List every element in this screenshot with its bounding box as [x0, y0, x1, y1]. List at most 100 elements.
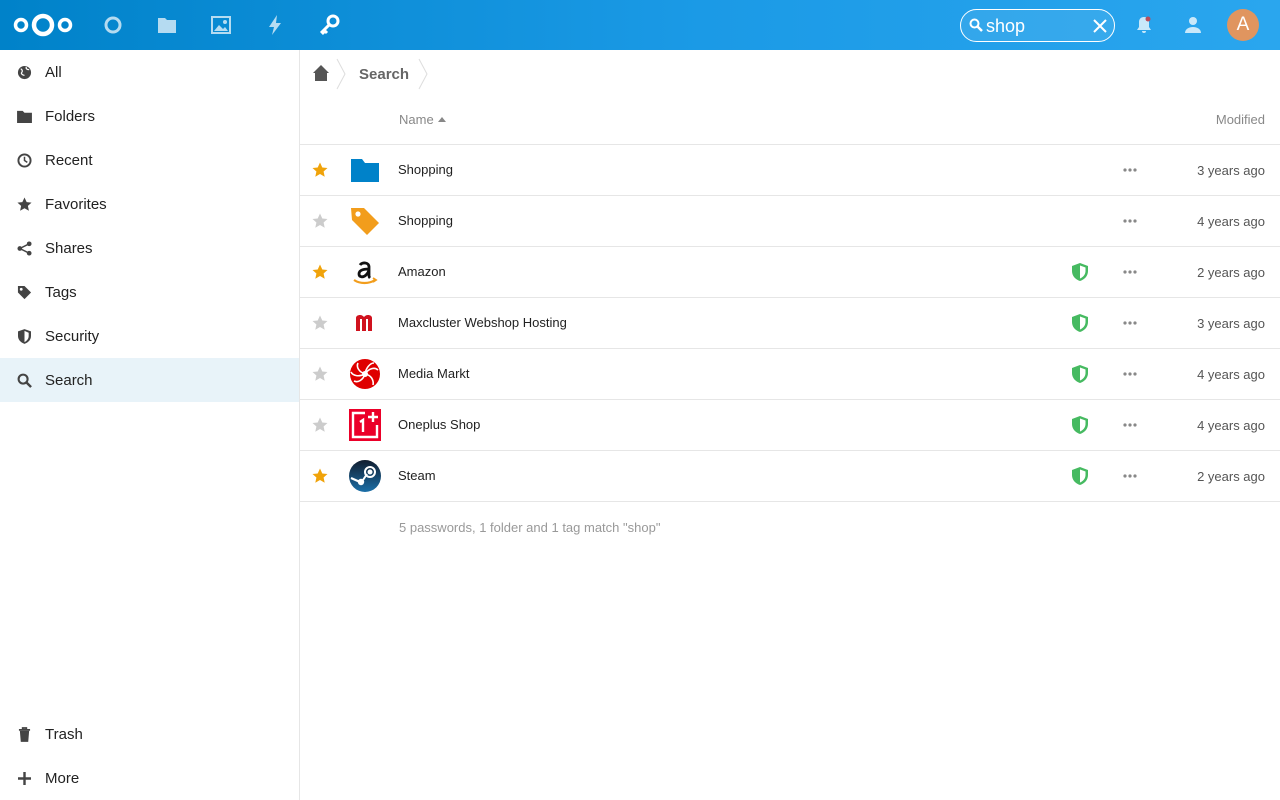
home-icon[interactable] [312, 64, 330, 82]
sidebar-item-label: Favorites [45, 195, 107, 213]
sidebar-item-label: Search [45, 371, 93, 389]
sidebar-item-label: Folders [45, 107, 96, 125]
table-row[interactable]: Maxcluster Webshop Hosting 3 years ago [300, 298, 1280, 349]
share-icon [16, 240, 32, 256]
row-modified: 4 years ago [1197, 418, 1265, 433]
star-icon[interactable] [312, 162, 328, 178]
shield-icon [1072, 314, 1088, 332]
table-row[interactable]: Shopping 4 years ago [300, 196, 1280, 247]
row-modified: 2 years ago [1197, 265, 1265, 280]
search-input[interactable] [986, 15, 1086, 37]
shield-icon [1072, 416, 1088, 434]
sort-ascending-icon [437, 117, 446, 122]
table-row[interactable]: Shopping 3 years ago [300, 145, 1280, 196]
sidebar-item-label: Tags [45, 283, 77, 301]
star-icon[interactable] [312, 264, 328, 280]
chevron-right-icon [336, 58, 346, 90]
column-header-modified[interactable]: Modified [1216, 112, 1265, 127]
chevron-right-icon [418, 58, 428, 90]
more-options-icon[interactable] [1122, 466, 1138, 486]
sidebar-item-label: More [45, 769, 80, 787]
breadcrumb-current[interactable]: Search [359, 66, 409, 83]
shield-icon [1072, 263, 1088, 281]
photos-icon[interactable] [209, 13, 233, 37]
media-markt-logo-icon [350, 359, 380, 389]
nextcloud-logo[interactable] [12, 12, 74, 38]
shield-icon [16, 328, 32, 344]
sidebar-item-folders[interactable]: Folders [0, 94, 299, 138]
more-options-icon[interactable] [1122, 415, 1138, 435]
sidebar-item-label: All [45, 63, 62, 81]
tag-icon [351, 208, 379, 235]
folder-icon [16, 108, 32, 124]
row-modified: 4 years ago [1197, 367, 1265, 382]
notifications-icon[interactable] [1133, 14, 1155, 36]
shield-icon [1072, 365, 1088, 383]
search-icon [969, 18, 983, 32]
more-options-icon[interactable] [1122, 160, 1138, 180]
more-options-icon[interactable] [1122, 211, 1138, 231]
sidebar-item-recent[interactable]: Recent [0, 138, 299, 182]
row-name: Steam [398, 468, 436, 483]
star-icon[interactable] [312, 468, 328, 484]
plus-icon [16, 770, 32, 786]
search-icon [16, 372, 32, 388]
column-header-name[interactable]: Name [399, 112, 446, 127]
row-name: Oneplus Shop [398, 417, 481, 432]
sidebar-item-shares[interactable]: Shares [0, 226, 299, 270]
more-options-icon[interactable] [1122, 364, 1138, 384]
sidebar-item-label: Recent [45, 151, 93, 169]
breadcrumb: Search [300, 50, 1280, 98]
table-row[interactable]: Amazon 2 years ago [300, 247, 1280, 298]
close-icon[interactable] [1091, 17, 1109, 35]
sidebar-item-label: Security [45, 327, 100, 345]
trash-icon [16, 726, 32, 742]
star-icon[interactable] [312, 315, 328, 331]
steam-logo-icon [349, 460, 381, 492]
main-content: Search Name Modified Shopping 3 years ag… [300, 50, 1280, 800]
star-icon[interactable] [312, 213, 328, 229]
avatar[interactable]: A [1227, 9, 1259, 41]
star-icon[interactable] [312, 417, 328, 433]
row-name: Shopping [398, 162, 453, 177]
row-modified: 3 years ago [1197, 163, 1265, 178]
table-row[interactable]: Oneplus Shop 4 years ago [300, 400, 1280, 451]
folder-icon [351, 159, 379, 182]
amazon-logo-icon [353, 261, 378, 285]
row-name: Media Markt [398, 366, 470, 381]
sidebar-item-all[interactable]: All [0, 50, 299, 94]
search-field[interactable] [960, 9, 1115, 42]
sidebar-item-label: Trash [45, 725, 83, 743]
files-icon[interactable] [155, 13, 179, 37]
star-icon[interactable] [312, 366, 328, 382]
more-options-icon[interactable] [1122, 313, 1138, 333]
sidebar-item-more[interactable]: More [0, 756, 299, 800]
contacts-icon[interactable] [1182, 14, 1204, 36]
sidebar-item-security[interactable]: Security [0, 314, 299, 358]
maxcluster-logo-icon [356, 315, 372, 331]
star-icon [16, 196, 32, 212]
sidebar-item-tags[interactable]: Tags [0, 270, 299, 314]
row-name: Amazon [398, 264, 446, 279]
sidebar-item-favorites[interactable]: Favorites [0, 182, 299, 226]
sidebar-item-trash[interactable]: Trash [0, 712, 299, 756]
row-name: Shopping [398, 213, 453, 228]
sidebar-item-search[interactable]: Search [0, 358, 299, 402]
row-modified: 4 years ago [1197, 214, 1265, 229]
shield-icon [1072, 467, 1088, 485]
table-row[interactable]: Steam 2 years ago [300, 451, 1280, 502]
row-name: Maxcluster Webshop Hosting [398, 315, 567, 330]
sidebar-item-label: Shares [45, 239, 93, 257]
clock-icon [16, 152, 32, 168]
passwords-icon[interactable] [317, 13, 341, 37]
top-bar: A [0, 0, 1280, 50]
activity-icon[interactable] [263, 13, 287, 37]
dashboard-icon[interactable] [101, 13, 125, 37]
results-summary: 5 passwords, 1 folder and 1 tag match "s… [399, 520, 661, 535]
more-options-icon[interactable] [1122, 262, 1138, 282]
table-row[interactable]: Media Markt 4 years ago [300, 349, 1280, 400]
tag-icon [16, 284, 32, 300]
oneplus-logo-icon [349, 409, 381, 441]
sidebar: All Folders Recent Favorites Shares Tags… [0, 50, 300, 800]
row-modified: 2 years ago [1197, 469, 1265, 484]
